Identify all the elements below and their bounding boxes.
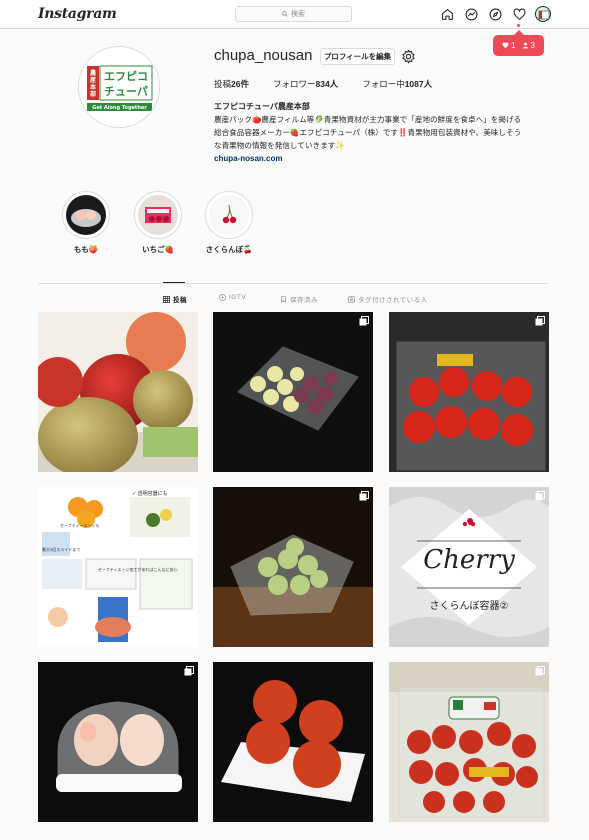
following-count[interactable]: フォロー中1087人 xyxy=(362,78,432,90)
carousel-icon xyxy=(535,491,545,501)
tagged-icon xyxy=(348,295,355,303)
settings-gear-icon[interactable] xyxy=(401,49,416,64)
person-icon xyxy=(522,42,528,49)
search-placeholder: 検索 xyxy=(291,11,305,18)
highlight-label: もも🍑 xyxy=(73,245,99,254)
notification-dot xyxy=(517,24,520,27)
tabs-divider xyxy=(38,283,548,284)
notification-popup[interactable]: 1 3 xyxy=(493,30,544,56)
website-link[interactable]: chupa-nosan.com xyxy=(214,152,554,165)
followers-count[interactable]: フォロワー834人 xyxy=(273,78,338,90)
post-peaches[interactable] xyxy=(38,662,198,822)
carousel-icon xyxy=(184,666,194,676)
search-input[interactable]: 検索 xyxy=(235,6,352,22)
cherry-subtitle: さくらんぼ容器② xyxy=(429,601,509,612)
tab-posts[interactable]: 投稿 xyxy=(163,294,187,304)
search-icon xyxy=(282,11,288,17)
infographic-text: セーフティーエッジも xyxy=(60,523,100,528)
post-tomato-tray[interactable] xyxy=(213,662,373,822)
profile-stats: 投稿26件 フォロワー834人 フォロー中1087人 xyxy=(214,78,456,90)
bio-line: な青果物の情報を発信していきます✨ xyxy=(214,141,345,150)
post-cherry-container[interactable]: Cherry さくらんぼ容器② xyxy=(389,487,549,647)
carousel-icon xyxy=(535,666,545,676)
follows-notification: 3 xyxy=(522,41,535,50)
post-grapes[interactable] xyxy=(213,312,373,472)
post-green-grapes[interactable] xyxy=(213,487,373,647)
svg-text:本: 本 xyxy=(90,83,97,91)
heart-icon xyxy=(502,42,509,49)
highlight-label: さくらんぼ🍒 xyxy=(205,245,253,254)
post-apples-pears[interactable] xyxy=(38,312,198,472)
activity-heart-icon[interactable] xyxy=(511,6,527,22)
grid-icon xyxy=(163,295,170,303)
bio-line: 農産パック🍅農産フィルム等🥬青果物資材が主力事業で「産地の鮮度を食卓へ」を掲げる xyxy=(214,115,522,124)
highlight-cover xyxy=(138,195,178,235)
display-name: エフピコチューパ農産本部 xyxy=(214,102,310,111)
highlight-strawberry[interactable]: いちご🍓 xyxy=(134,191,182,255)
profile-avatar-small[interactable] xyxy=(535,6,551,22)
top-nav: Instagram 検索 xyxy=(0,0,589,29)
highlight-label: いちご🍓 xyxy=(142,245,174,254)
igtv-icon xyxy=(219,294,226,301)
svg-text:部: 部 xyxy=(90,90,96,98)
home-icon[interactable] xyxy=(439,6,455,22)
infographic-text: セーフティエッジ加工があればこんなに安心 xyxy=(98,567,178,572)
profile-bio: エフピコチューパ農産本部 農産パック🍅農産フィルム等🥬青果物資材が主力事業で「産… xyxy=(214,100,554,165)
infographic-text: 最大5回スライドまで xyxy=(42,547,81,552)
likes-notification: 1 xyxy=(502,41,516,50)
profile-avatar[interactable]: 農 産 本 部 エフピコ チューパ Get Along Together xyxy=(78,46,160,128)
post-packed-tomatoes[interactable] xyxy=(389,662,549,822)
logo-text-top: エフピコ xyxy=(104,70,148,83)
highlight-cover xyxy=(66,195,106,235)
highlight-cover xyxy=(209,195,249,235)
highlight-cherry[interactable]: さくらんぼ🍒 xyxy=(205,191,253,255)
explore-compass-icon[interactable] xyxy=(487,6,503,22)
tab-active-indicator xyxy=(163,282,185,283)
svg-text:農: 農 xyxy=(90,69,97,77)
logo-tagline: Get Along Together xyxy=(92,105,147,111)
bio-line: 総合食品容器メーカー🍓エフピコチューパ（株）です‼️青果物用包装資材や、美味しそ… xyxy=(214,128,522,137)
highlight-peach[interactable]: もも🍑 xyxy=(62,191,110,255)
tab-saved[interactable]: 保存済み xyxy=(280,294,318,304)
bookmark-icon xyxy=(281,295,286,303)
cherry-title: Cherry xyxy=(423,545,515,575)
carousel-icon xyxy=(535,316,545,326)
direct-messenger-icon[interactable] xyxy=(463,6,479,22)
instagram-logo[interactable]: Instagram xyxy=(38,6,117,22)
infographic-text: ✓ 透明容器にも xyxy=(132,491,168,497)
tab-tagged[interactable]: タグ付けされている人 xyxy=(348,294,428,304)
edit-profile-button[interactable]: プロフィールを編集 xyxy=(320,48,395,65)
carousel-icon xyxy=(359,316,369,326)
carousel-icon xyxy=(359,491,369,501)
post-infographic[interactable]: ✓ 透明容器にも セーフティーエッジも 最大5回スライドまで セーフティエッジ加… xyxy=(38,487,198,647)
svg-text:産: 産 xyxy=(89,76,96,84)
post-tomatoes[interactable] xyxy=(389,312,549,472)
logo-text-bottom: チューパ xyxy=(104,85,148,98)
posts-count: 投稿26件 xyxy=(214,79,249,89)
tab-igtv[interactable]: IGTV xyxy=(219,294,246,301)
profile-username: chupa_nousan xyxy=(214,47,313,64)
